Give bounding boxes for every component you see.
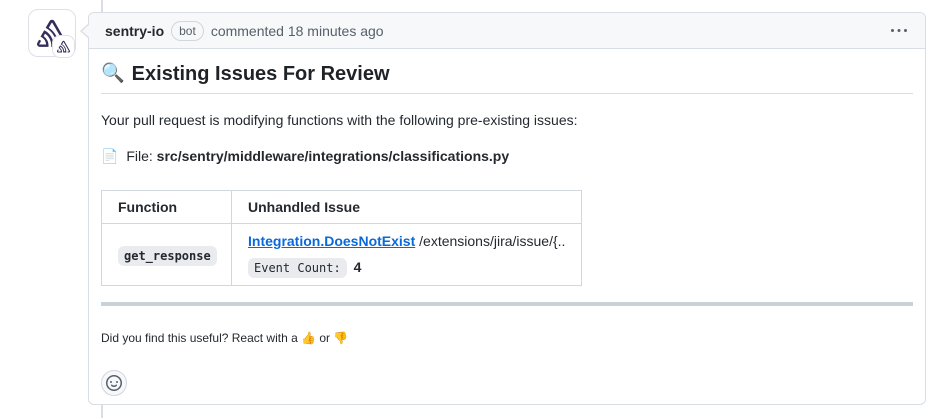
smiley-icon xyxy=(106,375,122,391)
timeline-line-top xyxy=(101,0,103,12)
function-name-code: get_response xyxy=(118,246,217,266)
table-row: get_response Integration.DoesNotExist /e… xyxy=(102,224,582,286)
file-line: 📄 File: src/sentry/middleware/integratio… xyxy=(101,146,913,166)
bot-badge: bot xyxy=(171,21,204,41)
sentry-logo-small-icon xyxy=(57,40,70,53)
comment-author-link[interactable]: sentry-io xyxy=(105,23,164,39)
comment-title: 🔍 Existing Issues For Review xyxy=(101,49,913,94)
kebab-menu-button[interactable] xyxy=(889,21,909,41)
comment-body: 🔍 Existing Issues For Review Your pull r… xyxy=(89,49,925,408)
issue-path: /extensions/jira/issue/{... xyxy=(419,233,565,249)
bot-avatar-badge xyxy=(52,35,75,58)
feedback-text: Did you find this useful? React with a 👍… xyxy=(101,330,913,346)
file-path: src/sentry/middleware/integrations/class… xyxy=(157,148,509,164)
section-divider xyxy=(101,302,913,306)
event-count-label-code: Event Count: xyxy=(248,258,347,278)
bot-comment-card: sentry-io bot commented 18 minutes ago 🔍… xyxy=(88,12,926,405)
comment-title-text: Existing Issues For Review xyxy=(132,61,390,87)
intro-text: Your pull request is modifying functions… xyxy=(101,110,913,130)
event-count-value: 4 xyxy=(354,259,362,275)
magnifying-glass-icon: 🔍 xyxy=(101,61,125,87)
function-cell: get_response xyxy=(102,224,232,286)
kebab-horizontal-icon xyxy=(891,23,907,39)
issue-cell: Integration.DoesNotExist /extensions/jir… xyxy=(232,224,582,286)
table-header-row: Function Unhandled Issue xyxy=(102,191,582,224)
issue-link[interactable]: Integration.DoesNotExist xyxy=(248,233,415,249)
comment-timestamp[interactable]: commented 18 minutes ago xyxy=(211,23,384,39)
column-header-function: Function xyxy=(102,191,232,224)
column-header-unhandled-issue: Unhandled Issue xyxy=(232,191,582,224)
file-label: File: xyxy=(126,148,152,164)
comment-header: sentry-io bot commented 18 minutes ago xyxy=(89,13,925,49)
document-icon: 📄 xyxy=(101,148,118,164)
issues-table: Function Unhandled Issue get_response In… xyxy=(101,190,582,286)
add-reaction-button[interactable] xyxy=(101,370,127,396)
